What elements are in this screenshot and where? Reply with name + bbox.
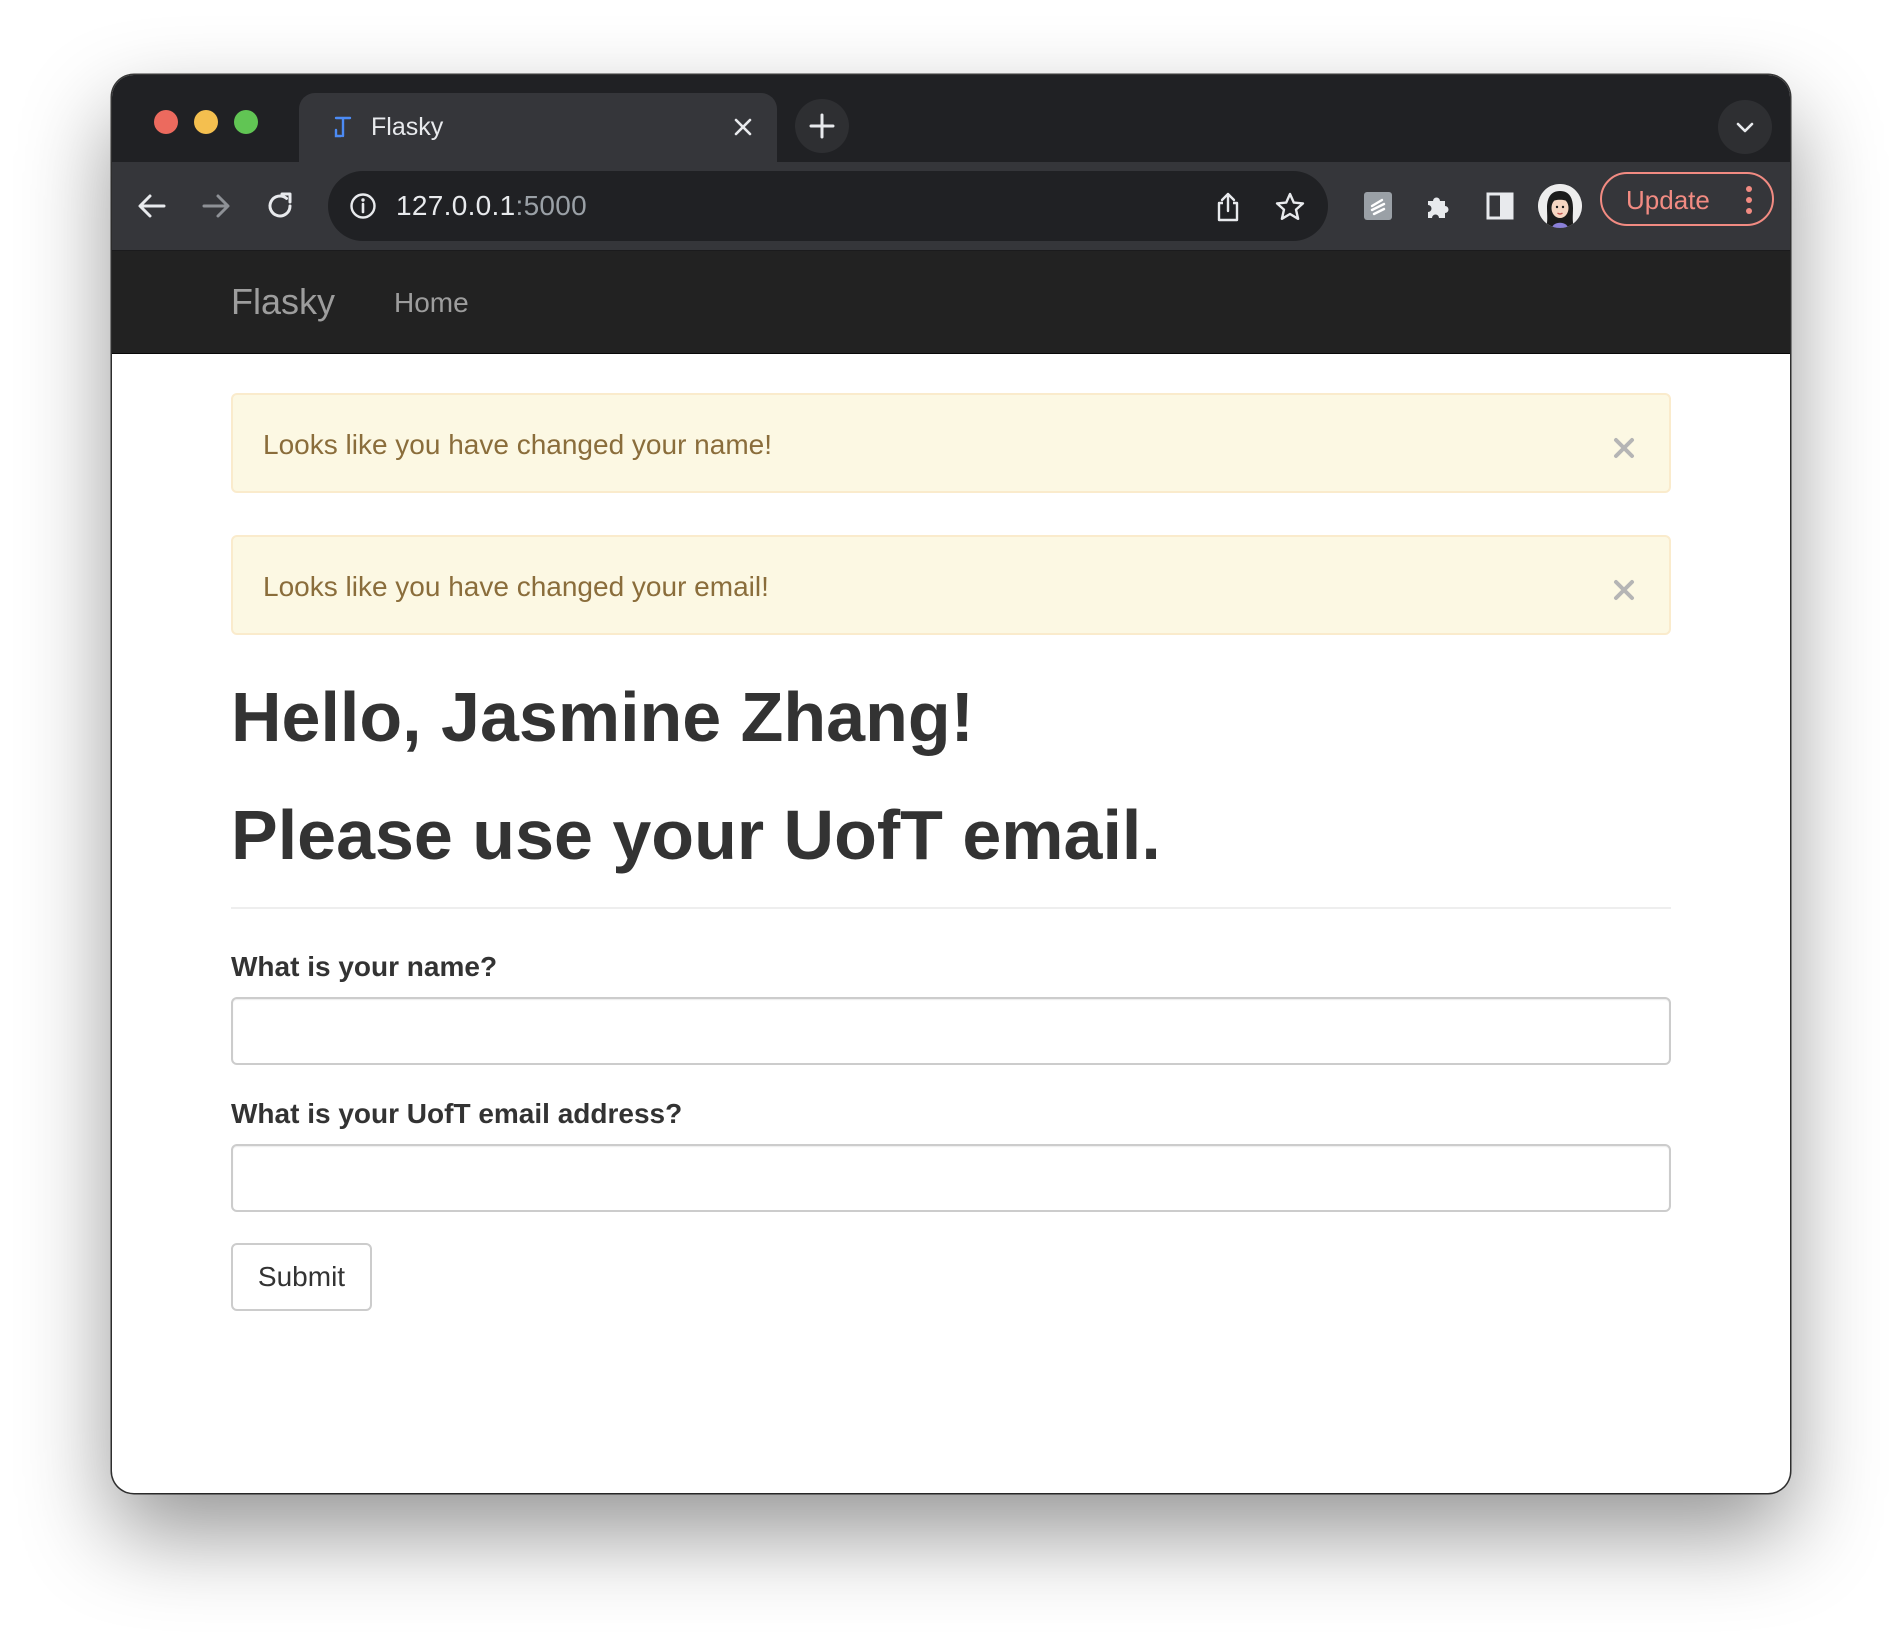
browser-window: Flasky 127.0.0.1:5000 Update Flasky Home… [112,75,1790,1493]
page-content: Looks like you have changed your name! L… [231,393,1671,1311]
puzzle-extensions-icon[interactable] [1412,180,1464,232]
close-icon[interactable] [1611,435,1637,461]
forward-arrow-icon[interactable] [190,180,242,232]
extension-icon[interactable] [1352,180,1404,232]
url-host: 127.0.0.1 [396,190,516,221]
page-greeting: Hello, Jasmine Zhang! [231,678,974,756]
address-bar[interactable]: 127.0.0.1:5000 [328,171,1328,241]
alert-message: Looks like you have changed your email! [263,571,769,602]
site-info-icon[interactable] [348,191,378,221]
email-input[interactable] [231,1144,1671,1212]
back-arrow-icon[interactable] [126,180,178,232]
share-icon[interactable] [1208,187,1248,227]
minimize-window-button[interactable] [194,110,218,134]
nav-link-home[interactable]: Home [394,287,469,319]
maximize-window-button[interactable] [234,110,258,134]
update-button[interactable]: Update [1600,172,1774,226]
browser-toolbar: 127.0.0.1:5000 Update [112,162,1790,251]
flask-favicon-icon [329,113,357,141]
divider [231,907,1671,909]
tab-search-chevron-icon[interactable] [1718,100,1772,154]
name-field-label: What is your name? [231,951,498,982]
bookmark-star-icon[interactable] [1270,187,1310,227]
flash-alert-name: Looks like you have changed your name! [231,393,1671,493]
close-icon[interactable] [1611,577,1637,603]
close-tab-icon[interactable] [727,111,759,143]
new-tab-plus-icon[interactable] [795,99,849,153]
update-label: Update [1626,185,1710,215]
submit-button[interactable]: Submit [231,1243,372,1311]
alert-message: Looks like you have changed your name! [263,429,772,460]
flash-alert-email: Looks like you have changed your email! [231,535,1671,635]
side-panel-icon[interactable] [1474,180,1526,232]
name-input[interactable] [231,997,1671,1065]
page-notice: Please use your UofT email. [231,796,1161,874]
email-field-label: What is your UofT email address? [231,1098,683,1129]
tab-strip: Flasky [112,75,1790,162]
browser-tab[interactable]: Flasky [299,93,777,162]
close-window-button[interactable] [154,110,178,134]
tab-title: Flasky [371,113,444,141]
profile-avatar[interactable] [1538,184,1582,228]
url-text: 127.0.0.1:5000 [396,190,587,222]
site-navbar: Flasky Home [112,251,1790,354]
url-port: :5000 [515,190,588,221]
profile-form: What is your name? What is your UofT ema… [231,951,1671,1311]
reload-icon[interactable] [254,180,306,232]
more-menu-icon[interactable] [1744,184,1754,216]
navbar-brand[interactable]: Flasky [231,282,335,322]
